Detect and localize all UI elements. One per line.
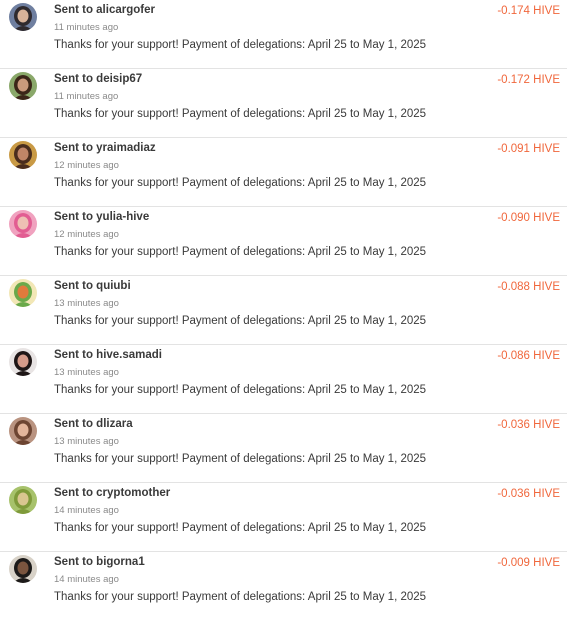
transfer-amount: -0.090 HIVE <box>497 212 560 224</box>
user-avatar-icon <box>9 3 37 31</box>
user-avatar-icon <box>9 555 37 583</box>
transfer-row: Sent to bigorna1 14 minutes ago Thanks f… <box>0 552 567 621</box>
recipient-title[interactable]: Sent to yraimadiaz <box>54 142 156 154</box>
transfer-row: Sent to deisip67 11 minutes ago Thanks f… <box>0 69 567 138</box>
transfer-amount: -0.174 HIVE <box>497 5 560 17</box>
transfer-memo: Thanks for your support! Payment of dele… <box>54 315 427 327</box>
user-avatar-icon <box>9 417 37 445</box>
recipient-title[interactable]: Sent to deisip67 <box>54 73 142 85</box>
timestamp: 13 minutes ago <box>54 298 119 309</box>
timestamp: 14 minutes ago <box>54 574 119 585</box>
timestamp: 11 minutes ago <box>54 22 119 33</box>
transfer-memo: Thanks for your support! Payment of dele… <box>54 39 427 51</box>
user-avatar-icon <box>9 486 37 514</box>
avatar[interactable] <box>9 141 37 169</box>
avatar[interactable] <box>9 279 37 307</box>
transfer-memo: Thanks for your support! Payment of dele… <box>54 591 427 603</box>
transfer-memo: Thanks for your support! Payment of dele… <box>54 453 427 465</box>
transfer-list: Sent to alicargofer 11 minutes ago Thank… <box>0 0 567 608</box>
transfer-row: Sent to yulia-hive 12 minutes ago Thanks… <box>0 207 567 276</box>
avatar[interactable] <box>9 210 37 238</box>
transfer-row: Sent to hive.samadi 13 minutes ago Thank… <box>0 345 567 414</box>
recipient-title[interactable]: Sent to quiubi <box>54 280 131 292</box>
transfer-amount: -0.036 HIVE <box>497 419 560 431</box>
timestamp: 13 minutes ago <box>54 367 119 378</box>
transfer-amount: -0.086 HIVE <box>497 350 560 362</box>
timestamp: 13 minutes ago <box>54 436 119 447</box>
recipient-title[interactable]: Sent to alicargofer <box>54 4 155 16</box>
transfer-row: Sent to dlizara 13 minutes ago Thanks fo… <box>0 414 567 483</box>
transfer-row: Sent to quiubi 13 minutes ago Thanks for… <box>0 276 567 345</box>
transfer-amount: -0.091 HIVE <box>497 143 560 155</box>
transfer-amount: -0.009 HIVE <box>497 557 560 569</box>
transfer-memo: Thanks for your support! Payment of dele… <box>54 522 427 534</box>
transfer-row: Sent to alicargofer 11 minutes ago Thank… <box>0 0 567 69</box>
user-avatar-icon <box>9 279 37 307</box>
recipient-title[interactable]: Sent to bigorna1 <box>54 556 145 568</box>
user-avatar-icon <box>9 72 37 100</box>
avatar[interactable] <box>9 3 37 31</box>
avatar[interactable] <box>9 348 37 376</box>
transfer-memo: Thanks for your support! Payment of dele… <box>54 246 427 258</box>
transfer-row: Sent to cryptomother 14 minutes ago Than… <box>0 483 567 552</box>
timestamp: 12 minutes ago <box>54 160 119 171</box>
timestamp: 14 minutes ago <box>54 505 119 516</box>
avatar[interactable] <box>9 417 37 445</box>
recipient-title[interactable]: Sent to cryptomother <box>54 487 170 499</box>
transfer-amount: -0.036 HIVE <box>497 488 560 500</box>
recipient-title[interactable]: Sent to yulia-hive <box>54 211 149 223</box>
user-avatar-icon <box>9 348 37 376</box>
avatar[interactable] <box>9 72 37 100</box>
user-avatar-icon <box>9 210 37 238</box>
recipient-title[interactable]: Sent to hive.samadi <box>54 349 162 361</box>
transfer-memo: Thanks for your support! Payment of dele… <box>54 177 427 189</box>
transfer-memo: Thanks for your support! Payment of dele… <box>54 384 427 396</box>
transfer-memo: Thanks for your support! Payment of dele… <box>54 108 427 120</box>
avatar[interactable] <box>9 486 37 514</box>
timestamp: 12 minutes ago <box>54 229 119 240</box>
transfer-row: Sent to yraimadiaz 12 minutes ago Thanks… <box>0 138 567 207</box>
user-avatar-icon <box>9 141 37 169</box>
recipient-title[interactable]: Sent to dlizara <box>54 418 133 430</box>
avatar[interactable] <box>9 555 37 583</box>
timestamp: 11 minutes ago <box>54 91 119 102</box>
transfer-amount: -0.172 HIVE <box>497 74 560 86</box>
transfer-amount: -0.088 HIVE <box>497 281 560 293</box>
